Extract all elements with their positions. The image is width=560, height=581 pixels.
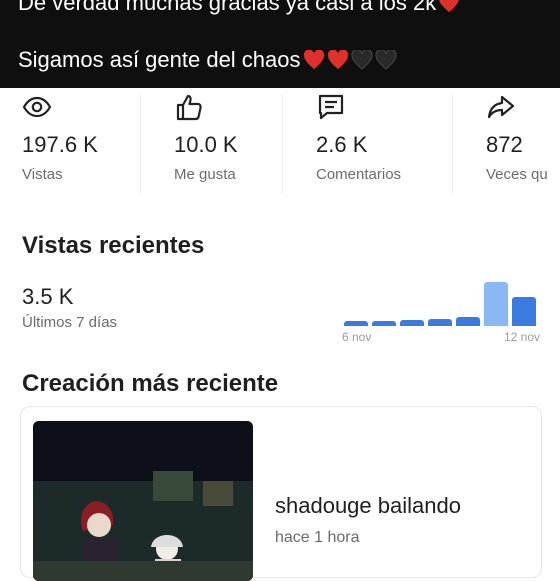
recent-views-sparkline[interactable]: 6 nov 12 nov — [340, 274, 540, 344]
latest-creation-title: Creación más reciente — [22, 370, 279, 397]
stat-value: 872 — [486, 132, 523, 157]
red-heart-icon — [327, 50, 348, 70]
stat-label: Comentarios — [316, 166, 402, 183]
sparkline-bar — [484, 282, 508, 326]
recent-views-value: 3.5 K — [22, 284, 74, 309]
sparkline-bar — [428, 319, 452, 326]
latest-video-card[interactable]: shadouge bailando hace 1 hora — [20, 406, 542, 581]
stat-value: 10.0 K — [174, 132, 238, 157]
black-heart-icon — [375, 50, 396, 70]
video-time: hace 1 hora — [275, 529, 360, 546]
caption-overlay: De verdad muchas gracias ya casi a los 2… — [0, 0, 560, 88]
stat-label: Me gusta — [174, 166, 236, 183]
recent-views-period: Últimos 7 días — [22, 314, 118, 331]
caption-line-1: De verdad muchas gracias ya casi a los 2… — [18, 0, 460, 16]
divider — [140, 94, 141, 194]
sparkline-bar — [512, 297, 536, 326]
tick-end: 12 nov — [503, 330, 540, 344]
share-icon — [487, 95, 515, 119]
black-heart-icon — [351, 50, 372, 70]
video-title[interactable]: shadouge bailando — [275, 493, 461, 519]
tick-start: 6 nov — [342, 330, 372, 344]
divider — [452, 94, 453, 194]
stat-label: Vistas — [22, 166, 63, 183]
sparkline-bar — [344, 321, 368, 326]
sparkline-bar — [400, 320, 424, 326]
stat-value: 2.6 K — [316, 132, 368, 157]
comment-icon — [318, 94, 344, 120]
stats-row: 197.6 K Vistas 10.0 K Me gusta 2.6 K Com… — [0, 88, 560, 198]
thumbnail-image — [33, 421, 253, 581]
caption-line-2: Sigamos así gente del chaos — [18, 47, 397, 73]
video-thumbnail[interactable] — [33, 421, 253, 581]
divider — [282, 94, 283, 194]
stat-label: Veces qu — [486, 166, 548, 183]
caption-line-2-text: Sigamos así gente del chaos — [18, 47, 301, 72]
thumbs-up-icon — [176, 94, 202, 121]
stat-value: 197.6 K — [22, 132, 98, 157]
eye-icon — [22, 96, 52, 118]
recent-views-title: Vistas recientes — [22, 232, 205, 259]
sparkline-bar — [456, 317, 480, 326]
sparkline-bar — [372, 321, 396, 326]
red-heart-icon — [439, 0, 460, 13]
red-heart-icon — [303, 50, 324, 70]
caption-line-1-text: De verdad muchas gracias ya casi a los 2… — [18, 0, 437, 15]
